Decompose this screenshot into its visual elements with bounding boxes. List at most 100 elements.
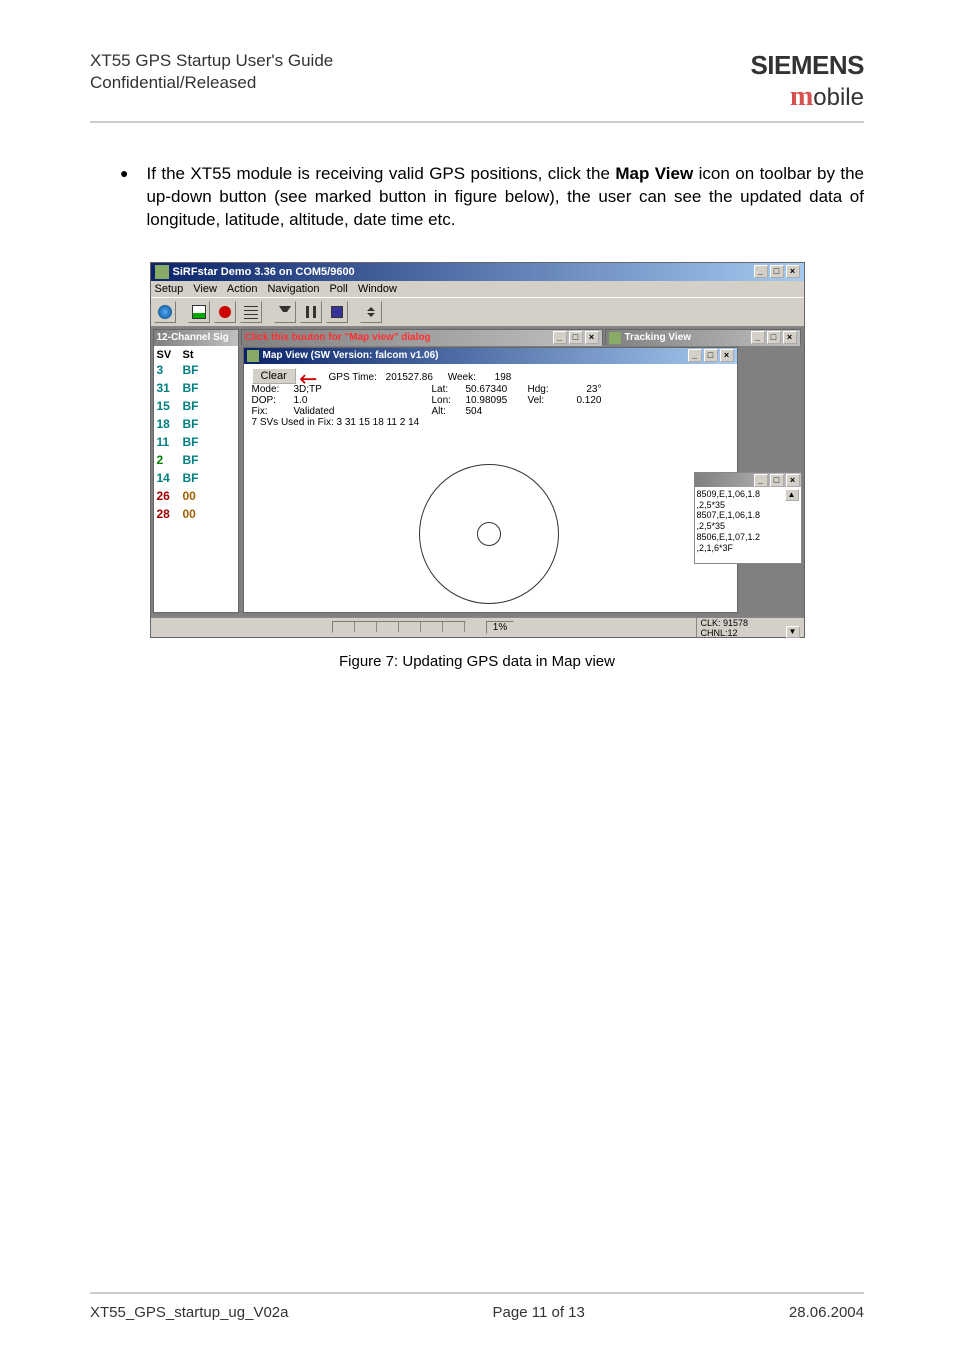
track-max-button[interactable]: □ <box>767 331 781 344</box>
menu-view[interactable]: View <box>193 283 217 295</box>
side-close-button[interactable]: × <box>786 474 800 487</box>
toolbar-updown-button[interactable] <box>360 301 382 323</box>
gps-time-val: 201527.86 <box>386 372 433 383</box>
header-left: XT55 GPS Startup User's Guide Confidenti… <box>90 50 333 94</box>
annot-max-button[interactable]: □ <box>569 331 583 344</box>
save-icon <box>331 306 343 318</box>
download-icon <box>279 306 291 318</box>
channel-st: BF <box>183 399 209 413</box>
annot-min-button[interactable]: _ <box>553 331 567 344</box>
menu-bar: Setup View Action Navigation Poll Window <box>151 281 804 297</box>
screenshot-figure: SiRFstar Demo 3.36 on COM5/9600 _ □ × Se… <box>90 262 864 638</box>
mapview-close-button[interactable]: × <box>720 349 734 362</box>
tracking-title-bar: Tracking View _ □ × <box>606 330 800 346</box>
side-min-button[interactable]: _ <box>754 474 768 487</box>
siemens-logo: SIEMENS <box>750 50 864 81</box>
toolbar-save-button[interactable] <box>326 301 348 323</box>
annotation-window: Click this buuton for "Map view" dialog … <box>241 329 603 345</box>
record-icon <box>219 306 231 318</box>
hdg-label: Hdg: <box>528 384 556 395</box>
updown-icon <box>364 305 378 319</box>
mobile-logo: mobile <box>750 81 864 113</box>
svs-used: 7 SVs Used in Fix: 3 31 15 18 11 2 14 <box>252 417 602 428</box>
menu-navigation[interactable]: Navigation <box>267 283 319 295</box>
toolbar-download-button[interactable] <box>274 301 296 323</box>
fix-val: Validated <box>294 406 344 417</box>
mdi-area: Click this buuton for "Map view" dialog … <box>151 327 804 617</box>
channel-row: 11BF <box>157 433 235 451</box>
progress-bar <box>332 621 466 633</box>
channel-header: SV St <box>157 349 235 361</box>
channel-title: 12-Channel Sig <box>157 332 235 343</box>
channel-sv: 28 <box>157 507 183 521</box>
side-max-button[interactable]: □ <box>770 474 784 487</box>
channel-sv: 18 <box>157 417 183 431</box>
annotation-text: Click this buuton for "Map view" dialog <box>245 332 431 343</box>
maximize-button[interactable]: □ <box>770 265 784 278</box>
channel-st: BF <box>183 381 209 395</box>
toolbar-record-button[interactable] <box>214 301 236 323</box>
toolbar-chart-button[interactable] <box>188 301 210 323</box>
header-right: SIEMENS mobile <box>750 50 864 113</box>
clear-button[interactable]: Clear <box>252 368 296 384</box>
circle-inner <box>477 522 501 546</box>
menu-window[interactable]: Window <box>358 283 397 295</box>
app-title: SiRFstar Demo 3.36 on COM5/9600 <box>173 266 754 278</box>
close-button[interactable]: × <box>786 265 800 278</box>
status-percent: 1% <box>486 621 514 634</box>
menu-setup[interactable]: Setup <box>155 283 184 295</box>
lat-label: Lat: <box>432 384 460 395</box>
mapview-min-button[interactable]: _ <box>688 349 702 362</box>
status-right: CLK: 91578 CHNL:12 ▼ <box>696 618 804 637</box>
channel-sv: 31 <box>157 381 183 395</box>
side-line: ,2,5*35 <box>697 500 785 511</box>
channel-sv: 2 <box>157 453 183 467</box>
channel-sv: 15 <box>157 399 183 413</box>
channel-st: BF <box>183 435 209 449</box>
status-chnl: CHNL:12 <box>701 628 786 638</box>
toolbar-globe-button[interactable] <box>154 301 176 323</box>
channel-row: 2BF <box>157 451 235 469</box>
mapview-icon <box>247 350 259 362</box>
tracking-title: Tracking View <box>625 332 751 343</box>
annot-close-button[interactable]: × <box>585 331 599 344</box>
ch-header-sv: SV <box>157 349 183 361</box>
alt-val: 504 <box>466 406 522 417</box>
app-title-bar: SiRFstar Demo 3.36 on COM5/9600 _ □ × <box>151 263 804 281</box>
mode-label: Mode: <box>252 384 288 395</box>
tracking-icon <box>609 332 621 344</box>
menu-action[interactable]: Action <box>227 283 258 295</box>
menu-poll[interactable]: Poll <box>329 283 347 295</box>
app-icon <box>155 265 169 279</box>
channel-sv: 26 <box>157 489 183 503</box>
scroll-up-button[interactable]: ▲ <box>785 489 799 501</box>
toolbar-grid-button[interactable] <box>240 301 262 323</box>
status-bar: 1% CLK: 91578 CHNL:12 ▼ <box>151 617 804 637</box>
window-controls: _ □ × <box>754 265 800 278</box>
doc-classification: Confidential/Released <box>90 72 333 94</box>
channel-sv: 14 <box>157 471 183 485</box>
ch-header-st: St <box>183 349 209 361</box>
gps-info-rows: Mode: 3D;TP Lat: 50.67340 Hdg: 23° DOP: … <box>252 384 602 428</box>
bullet-section: ● If the XT55 module is receiving valid … <box>120 163 864 232</box>
status-clk: CLK: 91578 <box>701 618 786 628</box>
side-line: 8507,E,1,06,1.8 <box>697 510 785 521</box>
scroll-down-button[interactable]: ▼ <box>786 626 800 638</box>
track-close-button[interactable]: × <box>783 331 797 344</box>
channel-content: SV St 3BF31BF15BF18BF11BF2BF14BF26002800 <box>154 346 238 612</box>
channel-row: 15BF <box>157 397 235 415</box>
mapview-title-bar: Map View (SW Version: falcom v1.06) _ □ … <box>244 348 737 364</box>
fix-label: Fix: <box>252 406 288 417</box>
figure-caption: Figure 7: Updating GPS data in Map view <box>90 653 864 670</box>
side-line: 8509,E,1,06,1.8 <box>697 489 785 500</box>
tracking-window: Tracking View _ □ × <box>605 329 801 345</box>
track-min-button[interactable]: _ <box>751 331 765 344</box>
week-val: 198 <box>495 372 512 383</box>
pause-icon <box>306 306 316 318</box>
week-label: Week: <box>448 372 476 383</box>
globe-icon <box>158 305 172 319</box>
mode-val: 3D;TP <box>294 384 344 395</box>
mapview-max-button[interactable]: □ <box>704 349 718 362</box>
toolbar-pause-button[interactable] <box>300 301 322 323</box>
minimize-button[interactable]: _ <box>754 265 768 278</box>
